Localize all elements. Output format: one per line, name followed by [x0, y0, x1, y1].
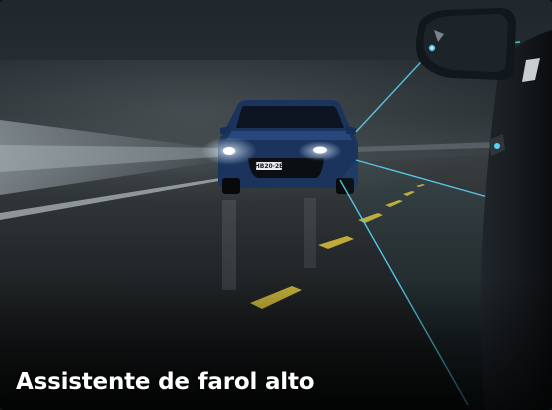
side-sensor [494, 143, 500, 149]
license-plate: HB20·2E [255, 163, 284, 170]
headlight-right [313, 146, 327, 154]
mirror-icon [416, 8, 516, 80]
headlight-reflection-left [222, 200, 236, 290]
headlight-reflection-right [304, 198, 316, 268]
highway-night-scene: HB20·2E [0, 8, 552, 410]
feature-card[interactable]: HB20·2E Assistente de farol alto [0, 0, 552, 410]
card-caption: Assistente de farol alto [16, 369, 315, 395]
headlight-left [223, 147, 235, 155]
